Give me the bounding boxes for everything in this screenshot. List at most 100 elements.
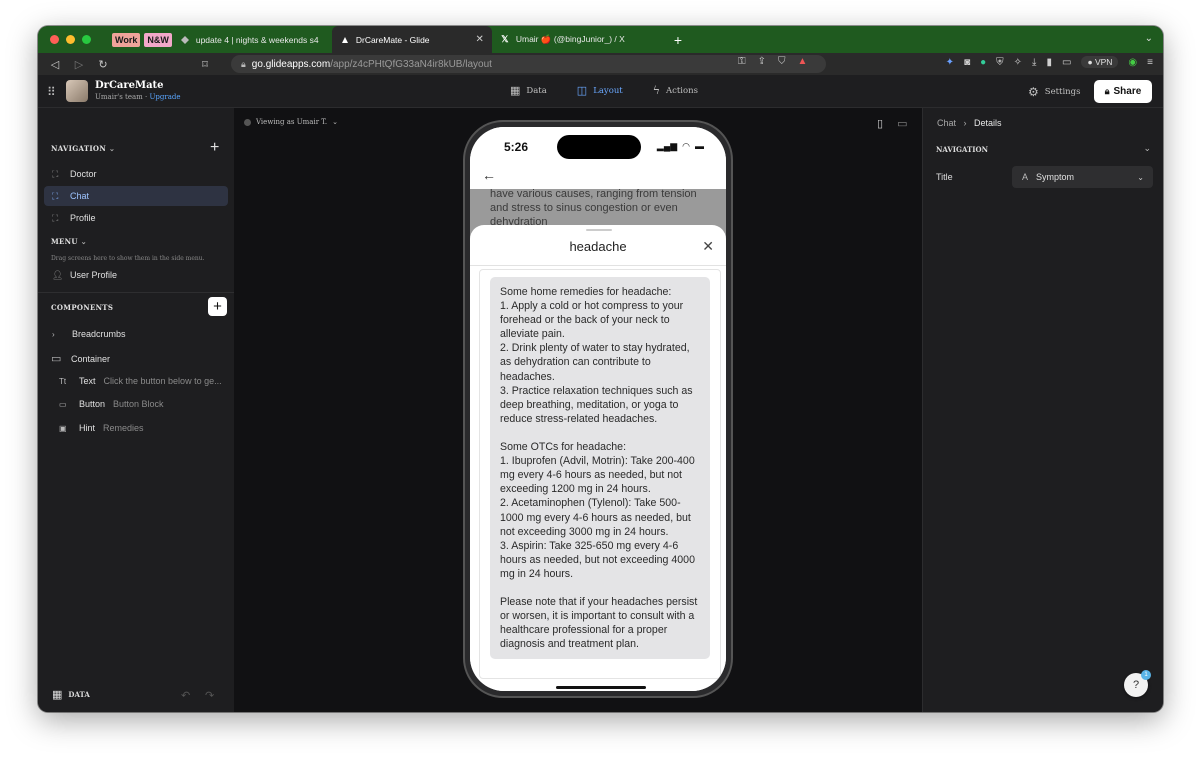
apps-grid-icon[interactable]: ⠿ [47, 85, 56, 99]
tab-layout[interactable]: ◫ Layout [577, 84, 623, 97]
title-select[interactable]: A Symptom ⌄ [1012, 166, 1153, 188]
sidebar-item-profile[interactable]: ⛶ Profile [44, 208, 228, 228]
text-column-icon: A [1022, 172, 1029, 182]
close-icon[interactable]: ✕ [702, 238, 714, 255]
brave-rewards-icon[interactable]: ▲ [798, 56, 808, 67]
tab-list-chevron-icon[interactable]: ⌄ [1145, 33, 1153, 44]
close-tab-icon[interactable]: ✕ [475, 34, 483, 45]
title-value: Symptom [1036, 172, 1075, 182]
maximize-window-button[interactable] [82, 35, 91, 44]
settings-button[interactable]: ⚙ Settings [1028, 85, 1080, 99]
component-text[interactable]: Tt Text Click the button below to ge... [59, 376, 222, 386]
address-bar[interactable]: 🔒︎ go.glideapps.com /app/z4cPHtQfG33aN4i… [231, 55, 826, 73]
navigation-section-title[interactable]: NAVIGATION ⌄ [51, 144, 115, 153]
breadcrumb: Chat › Details [937, 118, 1002, 128]
sidebar-item-chat[interactable]: ⛶ Chat [44, 186, 228, 206]
user-icon: 👤︎ [52, 269, 64, 280]
address-bar-actions: ⚿ ⇪ ⛉ ▲ [738, 56, 807, 67]
screen-icon: ⛶ [52, 168, 59, 179]
component-label: Breadcrumbs [72, 329, 126, 339]
tab-title: update 4 | nights & weekends s4 [195, 34, 319, 45]
chevron-right-icon: › [963, 118, 967, 128]
camera-icon[interactable]: ◙ [964, 57, 970, 68]
tab-drcaremate[interactable]: DrCareMate - Glide ✕ [331, 26, 492, 53]
app-avatar[interactable] [66, 80, 88, 102]
component-label: Text [79, 376, 96, 386]
chevron-down-icon: ⌄ [109, 144, 116, 153]
dynamic-island [557, 135, 641, 159]
data-editor-button[interactable]: ▦ DATA [52, 688, 90, 701]
undo-icon[interactable]: ↶ [181, 689, 190, 702]
forward-icon[interactable]: ▷ [72, 58, 86, 71]
back-arrow-icon[interactable]: ← [482, 167, 496, 183]
sidebar-item-label: Doctor [70, 169, 97, 179]
team-name: Umair's team · [95, 93, 150, 101]
tab-label: Layout [593, 85, 623, 96]
sheet-grabber[interactable] [586, 229, 612, 231]
table-icon: ▦ [510, 84, 521, 97]
component-container[interactable]: ▭ Container [51, 352, 110, 365]
bookmark-icon[interactable]: ⌑ [198, 58, 212, 71]
sidebar-item-label: User Profile [70, 270, 118, 280]
minimize-window-button[interactable] [66, 35, 75, 44]
builder-tabs: ▦ Data ◫ Layout ϟ Actions [510, 84, 698, 97]
viewing-as-selector[interactable]: Viewing as Umair T. ⌄ [244, 118, 338, 126]
sidebar-item-label: Chat [70, 191, 90, 201]
puzzle-icon[interactable]: ✧ [1014, 57, 1022, 68]
status-time: 5:26 [504, 140, 529, 154]
window-controls [50, 35, 108, 44]
wallet-icon[interactable]: ▭ [1062, 57, 1071, 68]
shield-icon[interactable]: ⛨ [996, 57, 1004, 68]
tab-actions[interactable]: ϟ Actions [653, 84, 698, 97]
tab-label: Data [526, 85, 547, 96]
brave-shield-icon[interactable]: ⛉ [778, 56, 786, 67]
tab-data[interactable]: ▦ Data [510, 84, 547, 97]
component-breadcrumbs[interactable]: › Breadcrumbs [52, 329, 126, 339]
sheet-title: headache [569, 239, 627, 254]
section-label: NAVIGATION [51, 144, 107, 153]
tab-group-work[interactable]: Work [112, 32, 141, 47]
app-name[interactable]: DrCareMate [95, 80, 164, 91]
tablet-icon[interactable]: ▭ [897, 117, 907, 130]
vpn-label: VPN [1094, 57, 1113, 67]
sidebar-item-user-profile[interactable]: 👤︎ User Profile [44, 265, 228, 285]
close-window-button[interactable] [50, 35, 59, 44]
navigation-section-title[interactable]: NAVIGATION [936, 145, 988, 154]
signal-icon: ▂▄▆ [656, 141, 678, 151]
lock-icon: 🔒︎ [241, 58, 246, 69]
redo-icon[interactable]: ↷ [205, 689, 214, 702]
app-team: Umair's team · Upgrade [95, 93, 181, 101]
status-bar: 5:26 ▂▄▆ ◠ ▬ ← [470, 127, 726, 189]
screen-icon: ⛶ [52, 212, 59, 223]
chevron-down-icon[interactable]: ⌄ [1143, 143, 1151, 154]
tab-update[interactable]: update 4 | nights & weekends s4 [172, 26, 332, 53]
hint-icon: ▣ [59, 423, 67, 433]
back-icon[interactable]: ◁ [48, 58, 62, 71]
component-button[interactable]: ▭ Button Button Block [59, 399, 164, 409]
add-screen-button[interactable]: + [210, 140, 219, 156]
component-hint[interactable]: ▣ Hint Remedies [59, 423, 144, 433]
breadcrumb-parent[interactable]: Chat [937, 118, 956, 128]
sidebar-icon[interactable]: ▮ [1046, 57, 1052, 68]
add-component-button[interactable]: + [208, 297, 227, 316]
device-toggle: ▯ ▭ [877, 117, 907, 130]
container-icon: ▭ [51, 353, 62, 365]
share-page-icon[interactable]: ⇪ [758, 56, 766, 67]
tab-twitter[interactable]: 𝕏 Umair 🍎 (@bingJunior_) / X [492, 26, 662, 53]
menu-section-title[interactable]: MENU ⌄ [51, 237, 87, 246]
chevron-down-icon: ⌄ [332, 118, 339, 126]
tab-group-nw[interactable]: N&W [144, 32, 172, 47]
reload-icon[interactable]: ↻ [96, 58, 110, 71]
new-tab-button[interactable]: + [674, 32, 682, 48]
key-icon[interactable]: ⚿ [738, 56, 746, 67]
menu-icon[interactable]: ≡ [1147, 57, 1153, 68]
phone-icon[interactable]: ▯ [877, 117, 883, 130]
extension-icon[interactable]: ✦ [946, 57, 954, 68]
vpn-button[interactable]: ● VPN [1081, 56, 1119, 68]
grammarly-icon[interactable]: ● [980, 57, 986, 68]
share-button[interactable]: 🔒︎ Share [1094, 80, 1152, 103]
sidebar-item-doctor[interactable]: ⛶ Doctor [44, 164, 228, 184]
upgrade-link[interactable]: Upgrade [149, 93, 180, 101]
download-icon[interactable]: ⤓ [1032, 57, 1036, 68]
profile-icon[interactable]: ◉ [1128, 57, 1137, 68]
